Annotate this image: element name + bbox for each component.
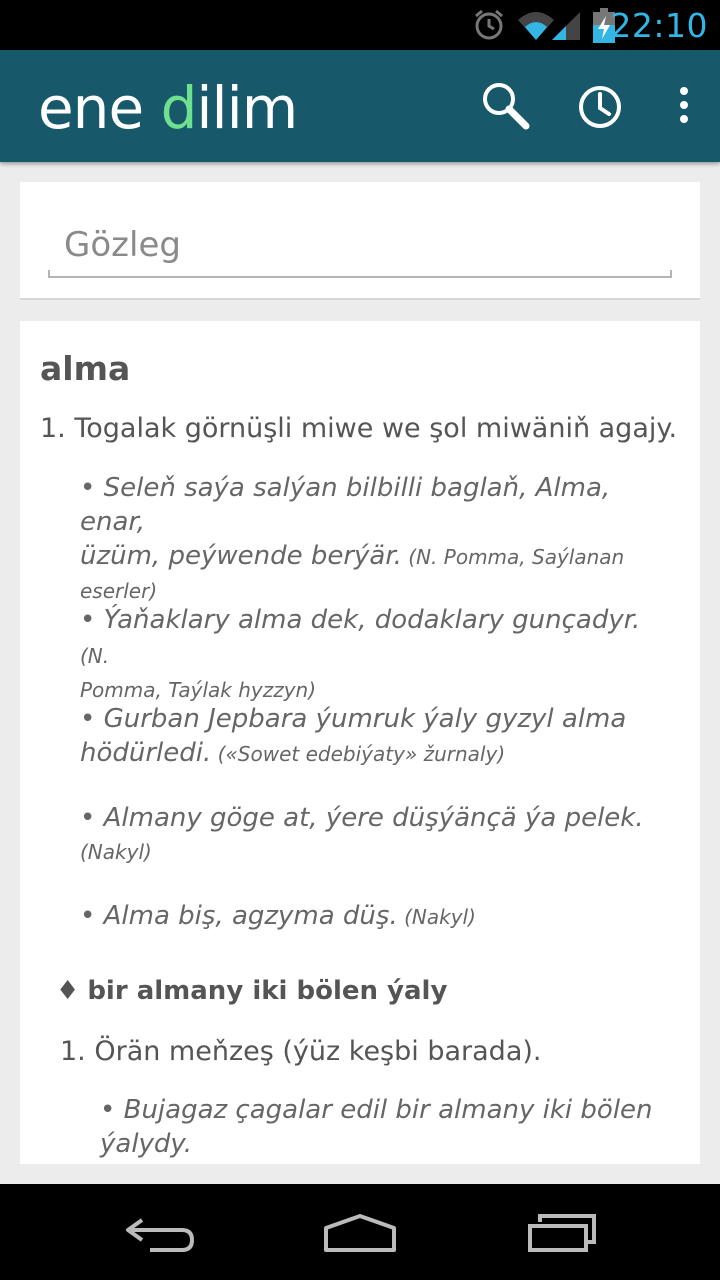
history-icon[interactable] xyxy=(577,84,623,130)
example-text: üzüm, peýwende berýär. xyxy=(80,541,402,571)
overflow-menu-icon[interactable] xyxy=(676,86,692,126)
example-text: ýalydy. xyxy=(100,1129,193,1159)
example-source: («Sowet edebiýaty» žurnaly) xyxy=(211,742,506,766)
phrase-heading: ♦ bir almany iki bölen ýaly xyxy=(56,976,447,1006)
search-card xyxy=(20,182,700,300)
search-icon[interactable] xyxy=(480,80,530,130)
example-text: • Gurban Jepbara ýumruk ýaly gyzyl alma xyxy=(80,704,627,734)
example-text: • Seleň saýa salýan bilbilli baglaň, Alm… xyxy=(80,473,611,537)
wifi-icon xyxy=(518,12,554,40)
status-bar: 22:10 xyxy=(0,0,720,50)
recent-apps-icon[interactable] xyxy=(526,1214,598,1254)
example-5: • Alma biş, agzyma düş. (Nakyl) xyxy=(80,899,660,934)
example-source: (N. Pomma, Saýlanan xyxy=(401,545,625,569)
logo-text-part2: ilim xyxy=(196,74,298,142)
home-icon[interactable] xyxy=(322,1212,398,1254)
app-bar: ene dilim xyxy=(0,50,720,162)
search-underline xyxy=(48,270,672,278)
example-text: • Almany göge at, ýere düşýänçä ýa pelek… xyxy=(80,803,644,833)
sense-definition: 1. Togalak görnüşli miwe we şol miwäniň … xyxy=(40,413,678,444)
example-source: (Nakyl) xyxy=(397,905,476,929)
entry-card: alma 1. Togalak görnüşli miwe we şol miw… xyxy=(20,321,700,1164)
clock: 22:10 xyxy=(610,6,708,45)
phrase-sense-definition: 1. Örän meňzeş (ýüz keşbi barada). xyxy=(60,1036,542,1067)
logo-text-part1: ene xyxy=(38,74,161,142)
example-1: • Seleň saýa salýan bilbilli baglaň, Alm… xyxy=(80,471,660,608)
headword: alma xyxy=(40,349,131,388)
example-text: • Ýaňaklary alma dek, dodaklary gunçadyr… xyxy=(80,605,641,635)
example-text: • Alma biş, agzyma düş. xyxy=(80,901,398,931)
phrase-text: bir almany iki bölen ýaly xyxy=(87,976,448,1006)
example-4: • Almany göge at, ýere düşýänçä ýa pelek… xyxy=(80,801,660,869)
back-icon[interactable] xyxy=(122,1214,196,1254)
search-input[interactable] xyxy=(48,218,672,272)
alarm-icon xyxy=(475,9,503,40)
example-source: (Nakyl) xyxy=(80,840,152,864)
navigation-bar xyxy=(0,1184,720,1280)
diamond-icon: ♦ xyxy=(56,976,80,1006)
example-text: hödürledi. xyxy=(80,738,212,768)
phrase-example: • Bujagaz çagalar edil bir almany iki bö… xyxy=(100,1093,680,1161)
example-text: • Bujagaz çagalar edil bir almany iki bö… xyxy=(100,1095,653,1125)
app-logo: ene dilim xyxy=(38,74,298,142)
example-source: (N. xyxy=(80,644,110,668)
logo-text-accent: d xyxy=(160,74,198,142)
signal-icon xyxy=(552,12,580,40)
example-3: • Gurban Jepbara ýumruk ýaly gyzyl alma … xyxy=(80,702,660,771)
example-2: • Ýaňaklary alma dek, dodaklary gunçadyr… xyxy=(80,603,660,707)
